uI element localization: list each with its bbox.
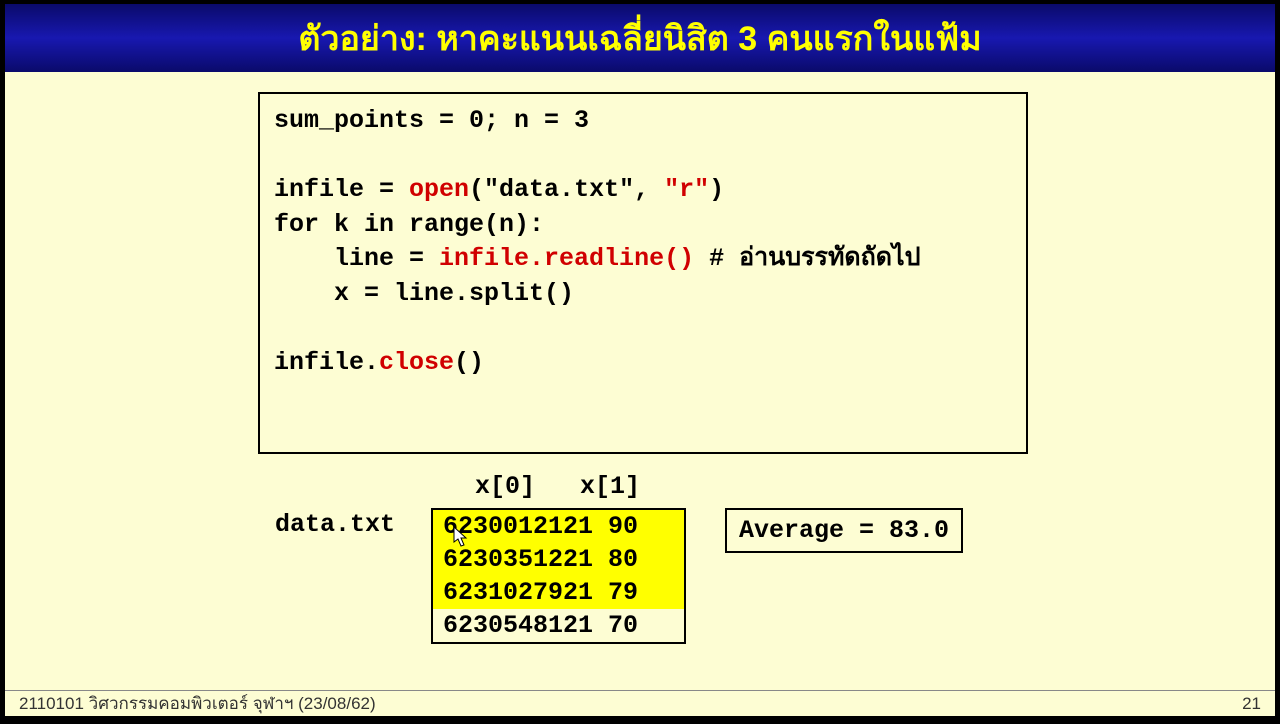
code-line-4: line = infile.readline() # อ่านบรรทัดถัด…	[274, 242, 1012, 277]
code-line-blank1	[274, 139, 1012, 174]
file-row: 6230012121 90	[433, 510, 684, 543]
code-line-2: infile = open("data.txt", "r")	[274, 173, 1012, 208]
code-line-6: infile.close()	[274, 346, 1012, 381]
slide-title: ตัวอย่าง: หาคะแนนเฉลี่ยนิสิต 3 คนแรกในแฟ…	[298, 11, 981, 65]
code-line-blank2	[274, 311, 1012, 346]
file-row: 6230548121 70	[433, 609, 684, 642]
code-block: sum_points = 0; n = 3 infile = open("dat…	[258, 92, 1028, 454]
index-labels: x[0] x[1]	[475, 472, 640, 501]
data-file-box: 6230012121 90 6230351221 80 6231027921 7…	[431, 508, 686, 644]
title-bar: ตัวอย่าง: หาคะแนนเฉลี่ยนิสิต 3 คนแรกในแฟ…	[5, 4, 1275, 72]
file-row: 6230351221 80	[433, 543, 684, 576]
page-number: 21	[1242, 694, 1261, 714]
footer-left: 2110101 วิศวกรรมคอมพิวเตอร์ จุฬาฯ (23/08…	[19, 690, 376, 717]
footer: 2110101 วิศวกรรมคอมพิวเตอร์ จุฬาฯ (23/08…	[5, 690, 1275, 716]
code-line-5: x = line.split()	[274, 277, 1012, 312]
slide: ตัวอย่าง: หาคะแนนเฉลี่ยนิสิต 3 คนแรกในแฟ…	[5, 4, 1275, 716]
average-box: Average = 83.0	[725, 508, 963, 553]
code-line-3: for k in range(n):	[274, 208, 1012, 243]
file-row: 6231027921 79	[433, 576, 684, 609]
data-file-label: data.txt	[275, 510, 395, 539]
code-line-1: sum_points = 0; n = 3	[274, 104, 1012, 139]
